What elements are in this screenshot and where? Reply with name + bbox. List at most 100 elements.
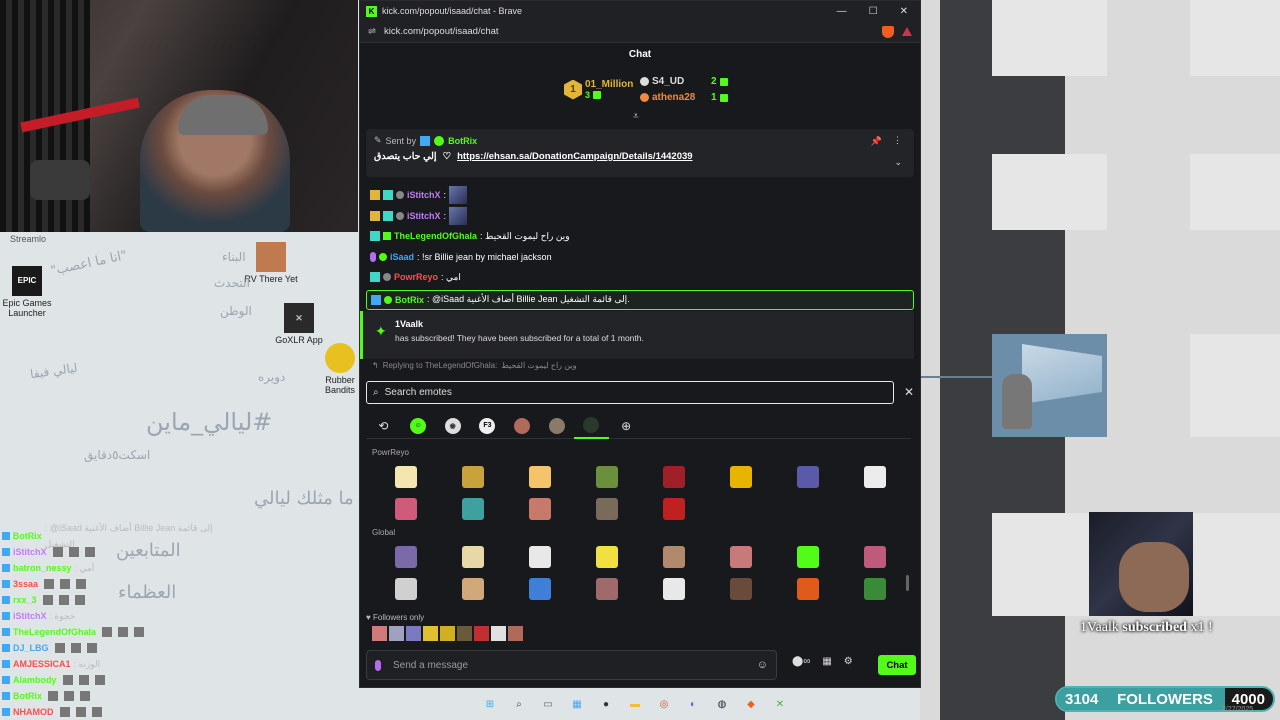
- maximize-button[interactable]: ☐: [869, 6, 878, 17]
- emote-button[interactable]: [640, 461, 707, 493]
- emote-button[interactable]: [439, 493, 506, 525]
- kicks-icon[interactable]: ⬤∞: [792, 656, 810, 667]
- desktop-icon-goxlr[interactable]: ✕ GoXLR App: [264, 303, 334, 345]
- steam-icon[interactable]: ◍: [712, 694, 732, 714]
- files-icon[interactable]: ▬: [625, 694, 645, 714]
- message-username[interactable]: PowrReyo: [394, 272, 438, 282]
- emote-button[interactable]: [440, 626, 455, 641]
- emote-button[interactable]: [423, 626, 438, 641]
- site-settings-icon[interactable]: ⇌: [368, 26, 376, 37]
- emote-button[interactable]: [506, 461, 573, 493]
- channel-emotes-tab-3[interactable]: [539, 413, 574, 439]
- pinned-link[interactable]: https://ehsan.sa/DonationCampaign/Detail…: [457, 151, 692, 162]
- chevron-down-icon[interactable]: ⌄: [894, 157, 902, 168]
- sub-event-user[interactable]: 1Vaalk: [395, 319, 914, 329]
- more-options-icon[interactable]: ⋮: [893, 135, 902, 146]
- emote-button[interactable]: [707, 573, 774, 605]
- emote-button[interactable]: [506, 573, 573, 605]
- emote-search-box[interactable]: ⌕ Search emotes: [366, 381, 894, 404]
- emote-button[interactable]: [573, 493, 640, 525]
- emote-button[interactable]: [573, 573, 640, 605]
- f3-emotes-tab[interactable]: F3: [470, 413, 505, 439]
- emote-search-input[interactable]: Search emotes: [385, 387, 452, 398]
- pinned-author[interactable]: BotRix: [448, 136, 477, 146]
- emote-button[interactable]: [491, 626, 506, 641]
- chat-message[interactable]: iSaad: !sr Billie jean by michael jackso…: [366, 247, 914, 268]
- emote-button[interactable]: [506, 493, 573, 525]
- emote-button[interactable]: [508, 626, 523, 641]
- channel-emotes-tab-2[interactable]: [505, 413, 540, 439]
- collapse-leaderboard-icon[interactable]: ⩡: [633, 111, 639, 122]
- emote-button[interactable]: [573, 461, 640, 493]
- emote-button[interactable]: [439, 461, 506, 493]
- url-text[interactable]: kick.com/popout/isaad/chat: [384, 26, 499, 37]
- emote-button[interactable]: [774, 541, 841, 573]
- gift-sub-icon[interactable]: ▦: [822, 656, 831, 667]
- recent-emotes-tab[interactable]: ⟲: [366, 413, 401, 439]
- message-username[interactable]: iStitchX: [407, 211, 441, 221]
- leaderboard-second[interactable]: S4_UD 2: [640, 76, 728, 87]
- emote-button[interactable]: [841, 573, 908, 605]
- windows-icon[interactable]: ⊞: [480, 694, 500, 714]
- chat-message[interactable]: TheLegendOfGhala: وين راح ليموت القحيط: [366, 226, 914, 247]
- emote-button[interactable]: [573, 541, 640, 573]
- obs-icon[interactable]: ●: [596, 694, 616, 714]
- brave-rewards-icon[interactable]: [902, 27, 912, 36]
- emote-button[interactable]: [372, 626, 387, 641]
- message-username[interactable]: TheLegendOfGhala: [394, 231, 477, 241]
- taskview-icon[interactable]: ▭: [538, 694, 558, 714]
- brave-shields-icon[interactable]: [882, 25, 894, 38]
- chat-message[interactable]: iStitchX:: [366, 185, 914, 206]
- send-chat-button[interactable]: Chat: [878, 655, 916, 675]
- message-input[interactable]: Send a message: [393, 660, 468, 671]
- emote-button[interactable]: [841, 461, 908, 493]
- emote-button[interactable]: [406, 626, 421, 641]
- emote-button[interactable]: [506, 541, 573, 573]
- scrollbar[interactable]: [906, 575, 909, 591]
- chat-message[interactable]: PowrReyo: امي: [366, 267, 914, 288]
- emote-button[interactable]: [707, 541, 774, 573]
- channel-emotes-tab-1[interactable]: ◉: [435, 413, 470, 439]
- kick-emotes-tab[interactable]: ☺: [401, 413, 436, 439]
- emote-button[interactable]: [372, 573, 439, 605]
- emote-button[interactable]: [707, 461, 774, 493]
- message-username[interactable]: iSaad: [390, 252, 414, 262]
- discord-icon[interactable]: ◐: [683, 694, 703, 714]
- message-username[interactable]: BotRix: [395, 295, 424, 305]
- close-icon[interactable]: ✕: [904, 385, 914, 399]
- emote-button[interactable]: [372, 541, 439, 573]
- minimize-button[interactable]: —: [837, 6, 847, 17]
- close-window-button[interactable]: ✕: [900, 6, 908, 17]
- chat-message[interactable]: iStitchX:: [366, 206, 914, 227]
- leaderboard-first[interactable]: 1 01_Million 3: [564, 79, 633, 100]
- emote-button[interactable]: [640, 541, 707, 573]
- emote-button[interactable]: [457, 626, 472, 641]
- address-bar[interactable]: ⇌ kick.com/popout/isaad/chat: [360, 21, 920, 43]
- emote-button[interactable]: [774, 461, 841, 493]
- emote-button[interactable]: [474, 626, 489, 641]
- global-emotes-tab[interactable]: ⊕: [609, 413, 644, 439]
- xbox-icon[interactable]: ✕: [770, 694, 790, 714]
- brave-icon[interactable]: ◆: [741, 694, 761, 714]
- emote-button[interactable]: [372, 493, 439, 525]
- store-icon[interactable]: ▦: [567, 694, 587, 714]
- chrome-icon[interactable]: ◎: [654, 694, 674, 714]
- emote-button[interactable]: [439, 573, 506, 605]
- channel-emotes-tab-active[interactable]: [574, 413, 609, 439]
- leaderboard-third[interactable]: athena28 1: [640, 92, 728, 103]
- message-composer[interactable]: Send a message ☺: [366, 650, 777, 680]
- pin-icon[interactable]: 📌: [871, 136, 882, 147]
- emote-button[interactable]: [389, 626, 404, 641]
- emote-button[interactable]: [372, 461, 439, 493]
- chat-message[interactable]: BotRix: @iSaad أضاف الأغنية Billie Jean …: [366, 289, 914, 310]
- emote-button[interactable]: [774, 573, 841, 605]
- emote-button[interactable]: [841, 541, 908, 573]
- desktop-icon-rubber-bandits[interactable]: Rubber Bandits: [320, 343, 360, 395]
- search-icon[interactable]: ⌕: [509, 694, 529, 714]
- emoji-icon[interactable]: ☺: [757, 659, 768, 671]
- message-username[interactable]: iStitchX: [407, 190, 441, 200]
- emote-button[interactable]: [640, 493, 707, 525]
- emote-button[interactable]: [640, 573, 707, 605]
- settings-icon[interactable]: ⚙: [844, 656, 853, 667]
- emote-button[interactable]: [439, 541, 506, 573]
